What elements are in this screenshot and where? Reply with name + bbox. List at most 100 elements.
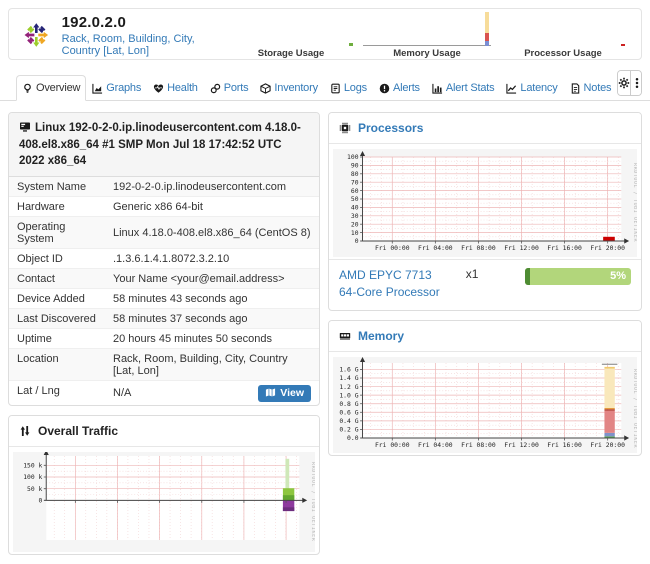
svg-text:30: 30: [351, 212, 359, 220]
tab-inventory[interactable]: Inventory: [254, 75, 323, 101]
device-toolbar: [617, 70, 642, 96]
row-value: Generic x86 64-bit: [113, 201, 203, 213]
svg-text:0.0: 0.0: [347, 434, 359, 442]
view-map-button[interactable]: View: [258, 385, 311, 402]
tab-ports[interactable]: Ports: [204, 75, 255, 101]
sparkline-canvas: [363, 12, 491, 46]
tab-logs[interactable]: Logs: [324, 75, 373, 101]
svg-text:RRDTOOL / TOBI OETIKER: RRDTOOL / TOBI OETIKER: [632, 163, 637, 242]
tab-graphs[interactable]: Graphs: [86, 75, 147, 101]
processors-heading: Processors: [329, 113, 641, 144]
memory-graph[interactable]: 0.00.2 G0.4 G0.6 G0.8 G1.0 G1.2 G1.4 G1.…: [329, 352, 641, 455]
row-label: System Name: [9, 177, 111, 196]
svg-text:70: 70: [351, 178, 359, 186]
svg-text:Fri 16:00: Fri 16:00: [547, 441, 582, 449]
tab-bar: Overview Graphs Health Ports Inventory Logs Al…: [0, 68, 650, 101]
heartbeat-icon: [153, 83, 164, 94]
row-label: Uptime: [9, 329, 111, 348]
tab-label: Latency: [520, 82, 557, 94]
row-value: Linux 4.18.0-408.el8.x86_64 (CentOS 8): [113, 227, 311, 239]
svg-text:0: 0: [355, 237, 359, 245]
svg-text:1.6 G: 1.6 G: [339, 365, 358, 373]
row-value: 20 hours 45 minutes 50 seconds: [113, 333, 272, 345]
tab-health[interactable]: Health: [147, 75, 204, 101]
processor-usage-label: 5%: [610, 270, 626, 282]
tab-overview[interactable]: Overview: [16, 75, 86, 101]
processors-title: Processors: [358, 121, 423, 135]
overall-traffic-heading: Overall Traffic: [9, 416, 319, 447]
row-value: Rack, Room, Building, City, Country [Lat…: [113, 353, 311, 377]
gear-icon: [618, 77, 630, 89]
sparkline-label: Processor Usage: [499, 48, 627, 59]
traffic-icon: [19, 425, 31, 437]
overall-traffic-title: Overall Traffic: [38, 424, 118, 438]
svg-text:50 k: 50 k: [27, 485, 42, 493]
tab-latency[interactable]: Latency: [500, 75, 563, 101]
tab-label: Alerts: [393, 82, 420, 94]
tab-label: Ports: [224, 82, 249, 94]
svg-text:Fri 00:00: Fri 00:00: [375, 244, 410, 252]
overall-traffic-panel: Overall Traffic 050 k100 k150 kRRDTOOL /…: [8, 415, 320, 555]
device-ip: 192.0.2.0: [62, 14, 227, 31]
device-location-link[interactable]: Rack, Room, Building, City, Country [Lat…: [62, 33, 227, 57]
gear-button[interactable]: [618, 71, 630, 95]
usage-sparklines: Storage Usage Memory Usage Processor Usage: [227, 12, 629, 59]
processor-usage-fill: [525, 268, 530, 285]
map-icon: [265, 387, 276, 398]
tab-label: Alert Stats: [446, 82, 495, 94]
row-label: Operating System: [9, 217, 111, 248]
svg-text:Fri 08:00: Fri 08:00: [461, 244, 496, 252]
sparkline-canvas: [499, 12, 627, 46]
tab-label: Graphs: [106, 82, 141, 94]
processor-usage-bar: 5%: [525, 268, 631, 285]
svg-text:Fri 00:00: Fri 00:00: [375, 441, 410, 449]
processors-graph[interactable]: 0102030405060708090100Fri 00:00Fri 04:00…: [329, 144, 641, 259]
bar-chart-icon: [432, 83, 443, 94]
svg-text:0.8 G: 0.8 G: [339, 400, 358, 408]
svg-text:Fri 12:00: Fri 12:00: [504, 441, 539, 449]
svg-text:100: 100: [347, 153, 359, 161]
memory-title: Memory: [358, 329, 404, 343]
system-panel-heading: Linux 192-0-2-0.ip.linodeusercontent.com…: [9, 113, 319, 177]
row-label: Location: [9, 349, 111, 380]
sparkline-canvas: [227, 12, 355, 46]
svg-text:RRDTOOL / TOBI OETIKER: RRDTOOL / TOBI OETIKER: [632, 369, 637, 448]
svg-text:20: 20: [351, 220, 359, 228]
processor-description-link[interactable]: 64-Core Processor: [339, 284, 440, 301]
svg-text:Fri 20:00: Fri 20:00: [590, 441, 625, 449]
usage-sparkline[interactable]: Memory Usage: [363, 12, 491, 59]
svg-text:80: 80: [351, 170, 359, 178]
system-title: Linux 192-0-2-0.ip.linodeusercontent.com…: [19, 122, 301, 167]
area-chart-icon: [92, 83, 103, 94]
table-row: Lat / LngN/AView: [9, 380, 319, 405]
system-info-table: System Name192-0-2-0.ip.linodeuserconten…: [9, 177, 319, 405]
tab-alert-stats[interactable]: Alert Stats: [426, 75, 501, 101]
svg-text:Fri 12:00: Fri 12:00: [504, 244, 539, 252]
svg-text:1.0 G: 1.0 G: [339, 391, 358, 399]
svg-text:90: 90: [351, 162, 359, 170]
tab-label: Logs: [344, 82, 367, 94]
row-label: Device Added: [9, 289, 111, 308]
usage-sparkline[interactable]: Storage Usage: [227, 12, 355, 59]
memory-panel: Memory 0.00.2 G0.4 G0.6 G0.8 G1.0 G1.2 G…: [328, 320, 642, 456]
sparkline-label: Memory Usage: [363, 48, 491, 59]
alert-circle-icon: [379, 83, 390, 94]
line-chart-icon: [506, 83, 517, 94]
svg-text:10: 10: [351, 229, 359, 237]
tab-alerts[interactable]: Alerts: [373, 75, 426, 101]
svg-text:100 k: 100 k: [23, 473, 42, 481]
centos-logo-icon: [23, 17, 50, 53]
svg-text:60: 60: [351, 187, 359, 195]
table-row: LocationRack, Room, Building, City, Coun…: [9, 348, 319, 380]
tab-notes[interactable]: Notes: [564, 75, 618, 101]
processor-name-link[interactable]: AMD EPYC 7713: [339, 267, 440, 284]
system-info-panel: Linux 192-0-2-0.ip.linodeusercontent.com…: [8, 112, 320, 406]
row-value: .1.3.6.1.4.1.8072.3.2.10: [113, 253, 229, 265]
usage-sparkline[interactable]: Processor Usage: [499, 12, 627, 59]
sparkline-label: Storage Usage: [227, 48, 355, 59]
svg-text:0.6 G: 0.6 G: [339, 408, 358, 416]
table-row: Last Discovered58 minutes 37 seconds ago: [9, 308, 319, 328]
processor-count: x1: [466, 267, 479, 281]
overall-traffic-graph[interactable]: 050 k100 k150 kRRDTOOL / TOBI OETIKER: [9, 447, 319, 554]
kebab-menu-button[interactable]: [630, 71, 642, 95]
